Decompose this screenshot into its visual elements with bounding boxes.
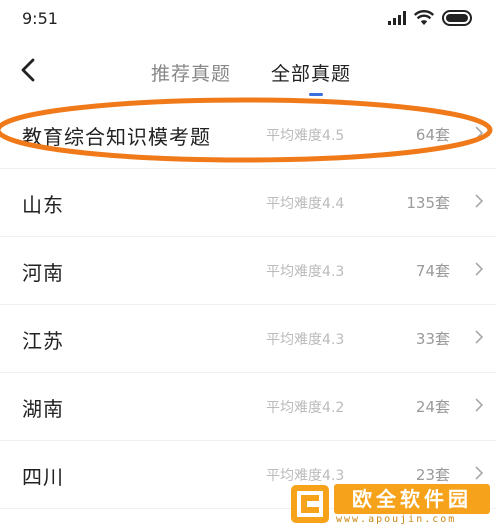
- watermark-url: www.apoujin.com: [336, 514, 457, 525]
- wifi-icon: [414, 10, 434, 25]
- item-difficulty: 平均难度4.3: [266, 468, 345, 484]
- item-count: 24套: [415, 398, 450, 416]
- item-difficulty: 平均难度4.3: [266, 264, 345, 280]
- item-name: 四川: [22, 465, 64, 489]
- item-name: 江苏: [22, 329, 64, 353]
- list-item[interactable]: 江苏 平均难度4.3 33套: [0, 305, 496, 373]
- chevron-right-icon: [475, 262, 484, 276]
- signal-icon: [388, 11, 406, 25]
- chevron-right-icon: [475, 398, 484, 412]
- chevron-right-icon: [475, 126, 484, 140]
- exam-list: 教育综合知识模考题 平均难度4.5 64套 山东 平均难度4.4 135套 河南…: [0, 101, 496, 509]
- item-count: 64套: [415, 126, 450, 144]
- item-difficulty: 平均难度4.4: [266, 196, 345, 212]
- chevron-right-icon: [475, 466, 484, 480]
- item-name: 湖南: [22, 397, 64, 421]
- back-arrow-icon[interactable]: [14, 52, 44, 88]
- tab-recommended[interactable]: 推荐真题: [151, 59, 231, 86]
- item-name: 山东: [22, 193, 64, 217]
- status-icons: [388, 10, 474, 26]
- watermark-title: 欧全软件园: [334, 484, 490, 514]
- item-count: 74套: [415, 262, 450, 280]
- chevron-right-icon: [475, 330, 484, 344]
- tab-indicator: [309, 93, 323, 96]
- watermark: 欧全软件园 www.apoujin.com: [290, 484, 490, 526]
- status-bar: 9:51: [0, 0, 496, 40]
- watermark-logo-icon: [291, 485, 329, 523]
- list-item[interactable]: 河南 平均难度4.3 74套: [0, 237, 496, 305]
- list-item[interactable]: 湖南 平均难度4.2 24套: [0, 373, 496, 441]
- item-count: 23套: [415, 466, 450, 484]
- list-item[interactable]: 山东 平均难度4.4 135套: [0, 169, 496, 237]
- item-name: 教育综合知识模考题: [22, 125, 211, 149]
- battery-icon: [442, 10, 472, 26]
- status-time: 9:51: [22, 9, 58, 28]
- item-difficulty: 平均难度4.3: [266, 332, 345, 348]
- item-count: 33套: [415, 330, 450, 348]
- tab-all[interactable]: 全部真题: [271, 59, 351, 86]
- item-name: 河南: [22, 261, 64, 285]
- item-difficulty: 平均难度4.2: [266, 400, 345, 416]
- item-difficulty: 平均难度4.5: [266, 128, 345, 144]
- item-count: 135套: [406, 194, 450, 212]
- top-nav: 推荐真题 全部真题: [0, 40, 496, 102]
- list-item[interactable]: 教育综合知识模考题 平均难度4.5 64套: [0, 101, 496, 169]
- chevron-right-icon: [475, 194, 484, 208]
